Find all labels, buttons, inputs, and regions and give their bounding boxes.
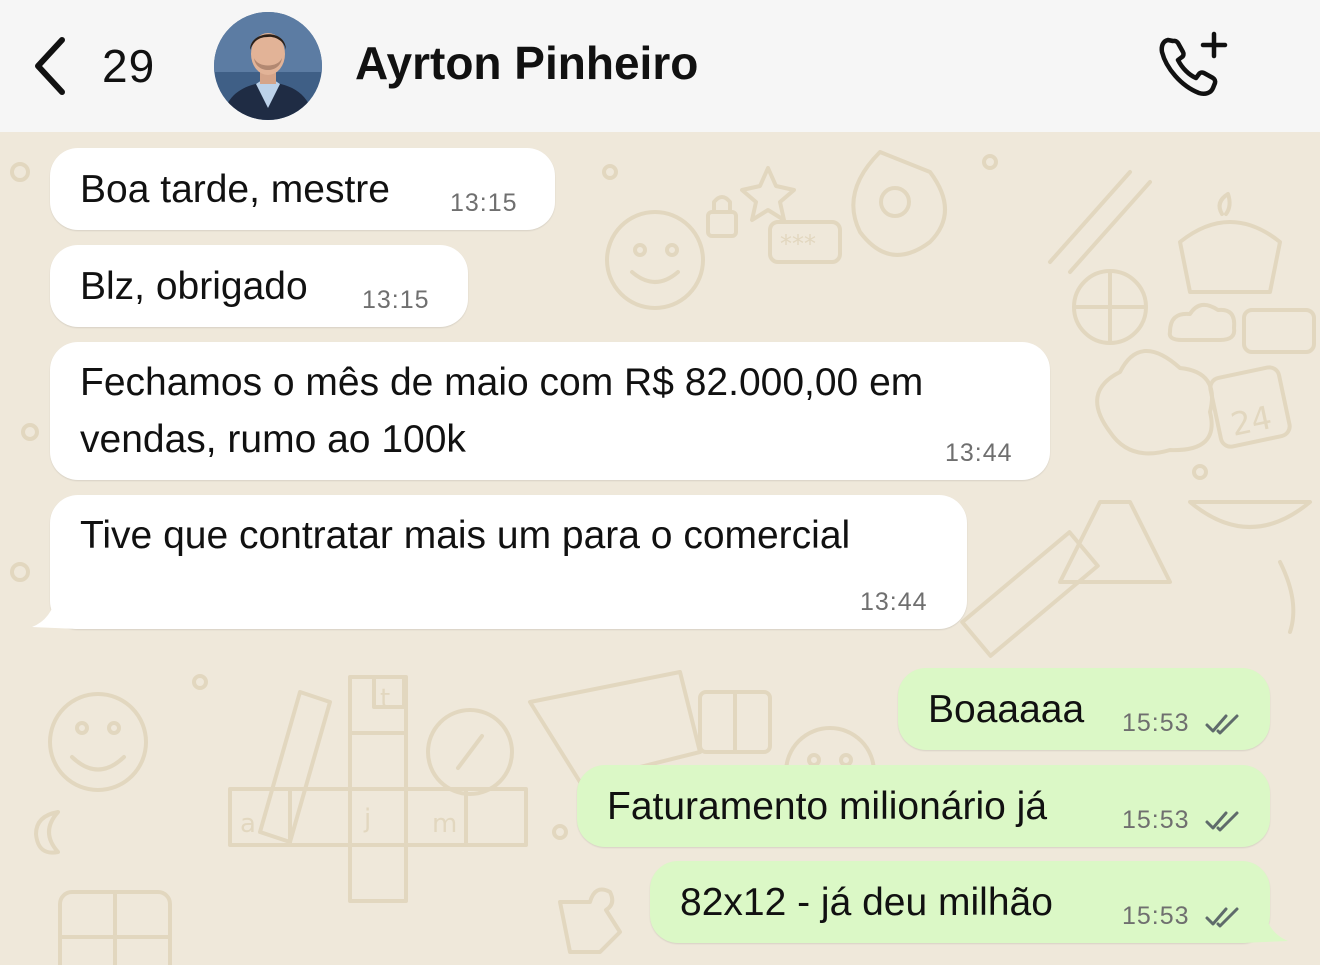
message-text-line: vendas, rumo ao 100k bbox=[80, 418, 466, 461]
message-time: 13:44 bbox=[860, 588, 928, 616]
message-time: 13:44 bbox=[945, 439, 1013, 467]
double-check-icon bbox=[1205, 811, 1239, 832]
message-text: Tive que contratar mais um para o comerc… bbox=[80, 514, 851, 557]
bubble-tail bbox=[32, 595, 78, 629]
message-time: 15:53 bbox=[1122, 709, 1190, 737]
chevron-left-icon bbox=[35, 37, 65, 95]
back-button[interactable]: 29 bbox=[30, 26, 155, 106]
bubble-tail bbox=[1242, 909, 1288, 943]
message-bubble[interactable]: Faturamento milionário já 15:53 bbox=[577, 765, 1270, 847]
message-text-line: Fechamos o mês de maio com R$ 82.000,00 … bbox=[80, 361, 924, 404]
message-text: Boaaaaa bbox=[928, 688, 1085, 731]
svg-text:***: *** bbox=[780, 230, 816, 258]
double-check-icon bbox=[1205, 714, 1239, 735]
message-time: 13:15 bbox=[362, 286, 430, 314]
double-check-icon bbox=[1205, 907, 1239, 928]
message-time: 13:15 bbox=[450, 189, 518, 217]
message-time: 15:53 bbox=[1122, 902, 1190, 930]
svg-text:t: t bbox=[380, 684, 390, 714]
svg-text:j: j bbox=[363, 804, 371, 834]
chat-header: 29 Ayrton Pinheiro bbox=[0, 0, 1320, 132]
avatar[interactable] bbox=[214, 12, 322, 120]
chat-area[interactable]: *** 24 t j a m Boa tarde, mestre 13:15 B… bbox=[0, 132, 1320, 965]
message-text: 82x12 - já deu milhão bbox=[680, 881, 1053, 924]
phone-plus-icon bbox=[1159, 31, 1228, 97]
message-bubble[interactable]: Tive que contratar mais um para o comerc… bbox=[50, 495, 967, 629]
message-bubble[interactable]: Fechamos o mês de maio com R$ 82.000,00 … bbox=[50, 342, 1050, 480]
message-bubble[interactable]: 82x12 - já deu milhão 15:53 bbox=[650, 861, 1270, 943]
svg-text:a: a bbox=[240, 809, 256, 839]
contact-name[interactable]: Ayrton Pinheiro bbox=[355, 36, 698, 90]
svg-text:m: m bbox=[432, 809, 457, 839]
message-bubble[interactable]: Boaaaaa 15:53 bbox=[898, 668, 1270, 750]
avatar-photo bbox=[214, 12, 322, 120]
message-bubble[interactable]: Blz, obrigado 13:15 bbox=[50, 245, 468, 327]
add-call-button[interactable] bbox=[1156, 30, 1232, 102]
message-text: Faturamento milionário já bbox=[607, 785, 1048, 828]
message-text: Blz, obrigado bbox=[80, 265, 308, 308]
unread-count: 29 bbox=[102, 40, 156, 92]
message-text: Boa tarde, mestre bbox=[80, 168, 390, 211]
message-bubble[interactable]: Boa tarde, mestre 13:15 bbox=[50, 148, 555, 230]
message-time: 15:53 bbox=[1122, 806, 1190, 834]
